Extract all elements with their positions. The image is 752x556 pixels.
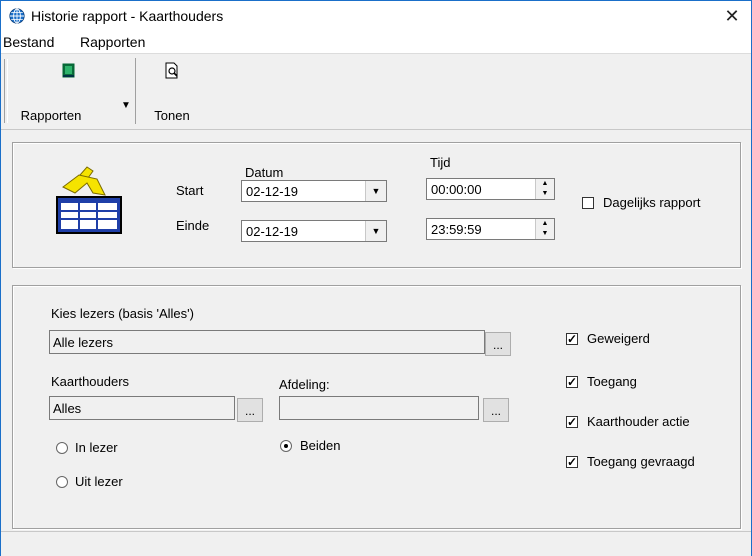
toegang-gevraagd-label: Toegang gevraagd — [587, 454, 695, 469]
report-window: Historie rapport - Kaarthouders ✕ Bestan… — [0, 0, 752, 556]
readers-browse-button[interactable]: ... — [485, 332, 511, 356]
department-label: Afdeling: — [279, 377, 330, 392]
readers-value: Alle lezers — [53, 335, 113, 350]
tijd-header: Tijd — [430, 155, 451, 170]
menu-bestand[interactable]: Bestand — [3, 34, 54, 50]
cardholders-label: Kaarthouders — [51, 374, 130, 389]
radio-selected-dot — [284, 444, 288, 448]
menu-rapporten[interactable]: Rapporten — [80, 34, 145, 50]
start-date-select[interactable]: 02-12-19 ▼ — [241, 180, 387, 202]
readers-field[interactable]: Alle lezers — [49, 330, 485, 354]
chevron-down-icon: ▼ — [121, 100, 131, 111]
geweigerd-checkbox[interactable]: ✓ — [566, 333, 578, 345]
person-table-icon — [56, 166, 122, 234]
daily-report-label: Dagelijks rapport — [603, 195, 701, 210]
datum-header: Datum — [245, 165, 284, 180]
status-bar — [1, 531, 751, 556]
window-title: Historie rapport - Kaarthouders — [31, 8, 224, 24]
kaarthouder-actie-label: Kaarthouder actie — [587, 414, 690, 429]
book-icon — [62, 63, 75, 78]
radio-uit-lezer-label: Uit lezer — [75, 474, 123, 489]
radio-in-lezer[interactable] — [56, 442, 68, 454]
einde-label: Einde — [176, 218, 210, 233]
end-date-select[interactable]: 02-12-19 ▼ — [241, 220, 387, 242]
daily-report-checkbox[interactable] — [582, 197, 594, 209]
start-date-value: 02-12-19 — [246, 184, 299, 199]
chevron-down-icon[interactable]: ▼ — [365, 181, 386, 201]
tonen-button[interactable]: Tonen — [141, 58, 203, 124]
toegang-checkbox[interactable]: ✓ — [566, 376, 578, 388]
title-bar: Historie rapport - Kaarthouders ✕ — [1, 1, 751, 31]
globe-icon — [9, 8, 25, 24]
time-spin-buttons[interactable]: ▲ ▼ — [535, 219, 554, 239]
start-time-value: 00:00:00 — [431, 182, 482, 197]
toolbar: Rapporten ▼ Tonen — [1, 54, 751, 130]
cardholders-browse-button[interactable]: ... — [237, 398, 263, 422]
period-panel: Datum Tijd Start Einde 02-12-19 ▼ 02-12-… — [12, 142, 741, 268]
chevron-down-icon[interactable]: ▼ — [365, 221, 386, 241]
toegang-gevraagd-checkbox[interactable]: ✓ — [566, 456, 578, 468]
start-label: Start — [176, 183, 204, 198]
end-time-value: 23:59:59 — [431, 222, 482, 237]
time-spin-buttons[interactable]: ▲ ▼ — [535, 179, 554, 199]
radio-beiden[interactable] — [280, 440, 292, 452]
cardholders-value: Alles — [53, 401, 82, 416]
close-button[interactable]: ✕ — [721, 5, 743, 27]
geweigerd-label: Geweigerd — [587, 331, 650, 346]
end-date-value: 02-12-19 — [246, 224, 299, 239]
department-field[interactable] — [279, 396, 479, 420]
end-time-spinner[interactable]: 23:59:59 ▲ ▼ — [426, 218, 555, 240]
radio-in-lezer-label: In lezer — [75, 440, 118, 455]
rapporten-dropdown-button[interactable]: Rapporten ▼ — [9, 58, 136, 124]
radio-uit-lezer[interactable] — [56, 476, 68, 488]
radio-beiden-label: Beiden — [300, 438, 341, 453]
kaarthouder-actie-checkbox[interactable]: ✓ — [566, 416, 578, 428]
filters-panel: Kies lezers (basis 'Alles') Alle lezers … — [12, 285, 741, 529]
rapporten-label: Rapporten — [20, 108, 82, 123]
readers-label: Kies lezers (basis 'Alles') — [51, 306, 194, 321]
tonen-label: Tonen — [154, 108, 190, 123]
print-preview-icon — [165, 62, 178, 79]
department-browse-button[interactable]: ... — [483, 398, 509, 422]
menu-bar: Bestand Rapporten — [1, 31, 751, 54]
toegang-label: Toegang — [587, 374, 637, 389]
cardholders-field[interactable]: Alles — [49, 396, 235, 420]
start-time-spinner[interactable]: 00:00:00 ▲ ▼ — [426, 178, 555, 200]
